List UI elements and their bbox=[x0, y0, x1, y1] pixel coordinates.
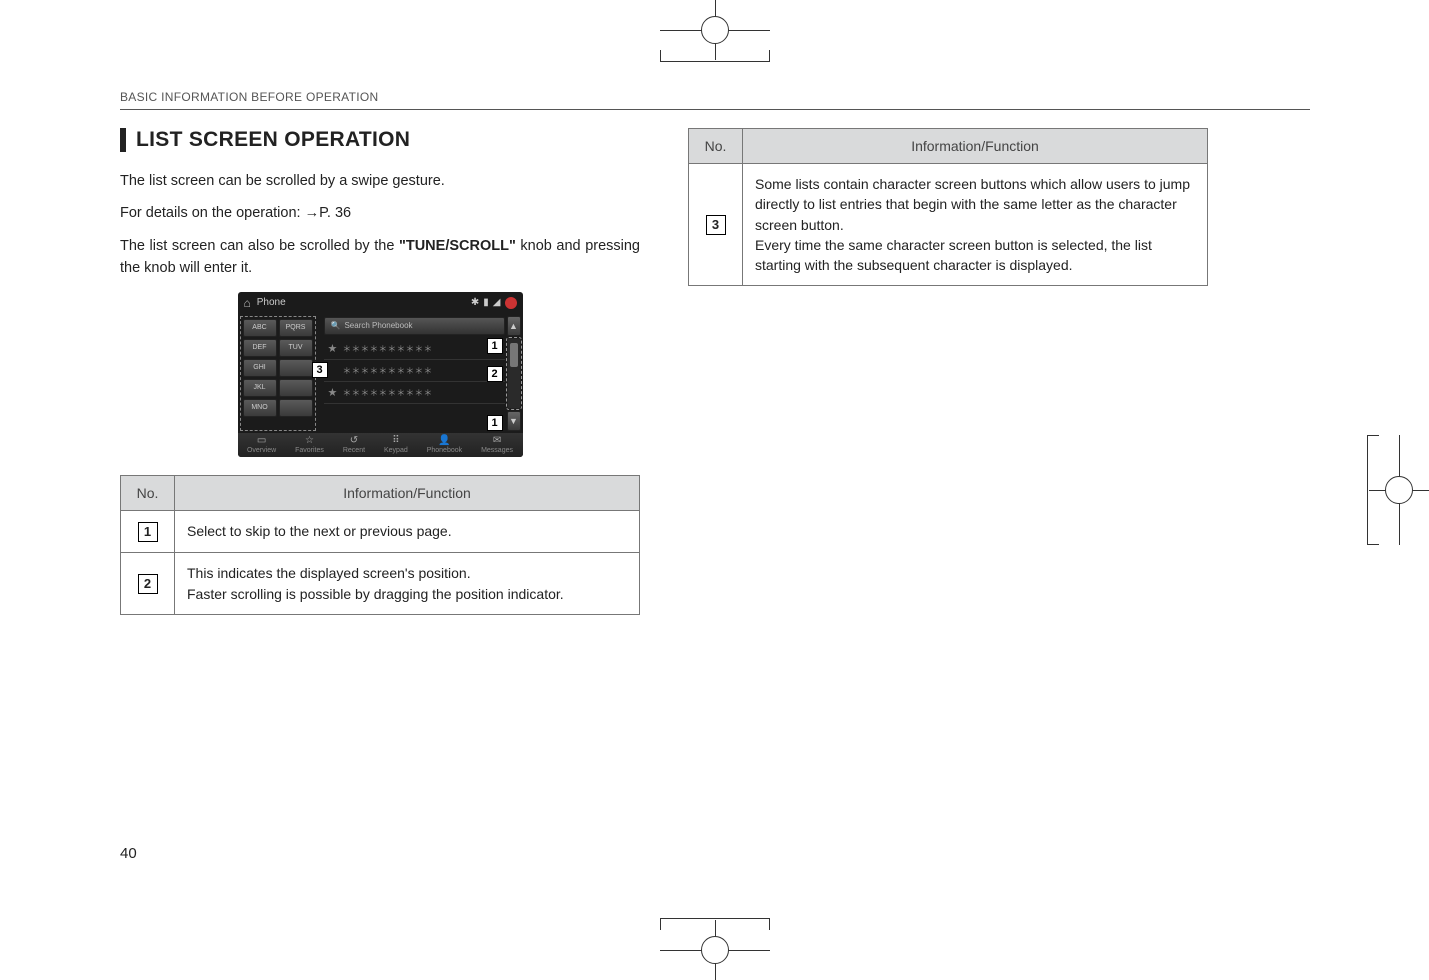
page-number: 40 bbox=[120, 845, 137, 862]
search-icon: 🔍 bbox=[331, 321, 341, 330]
nav-favorites[interactable]: ☆Favorites bbox=[295, 435, 324, 454]
overview-icon: ▭ bbox=[257, 435, 266, 446]
callout-3-icon: 3 bbox=[312, 362, 328, 378]
page-down-button[interactable]: ▼ bbox=[507, 411, 521, 431]
nav-recent[interactable]: ↺Recent bbox=[343, 435, 365, 454]
star-icon: ★ bbox=[328, 342, 338, 355]
key-mno[interactable]: MNO bbox=[243, 399, 277, 417]
key-jkl[interactable]: JKL bbox=[243, 379, 277, 397]
device-screenshot: ⌂ Phone ✱ ▮ ◢ ABC bbox=[238, 292, 523, 457]
list-item-text: ＊＊＊＊＊＊＊＊＊＊ bbox=[342, 364, 432, 377]
paragraph-1: The list screen can be scrolled by a swi… bbox=[120, 170, 640, 192]
character-keys-panel: ABC PQRS DEF TUV GHI bbox=[240, 316, 316, 431]
col-info-header: Information/Function bbox=[743, 129, 1208, 164]
list-item[interactable]: ★ ＊＊＊＊＊＊＊＊＊＊ bbox=[324, 338, 505, 360]
status-icons: ✱ ▮ ◢ bbox=[471, 297, 517, 309]
scroll-track[interactable] bbox=[507, 338, 521, 409]
callout-1b-icon: 1 bbox=[487, 415, 503, 431]
star-icon: ★ bbox=[328, 386, 338, 399]
registration-mark-top bbox=[660, 0, 770, 60]
col-no-header: No. bbox=[689, 129, 743, 164]
messages-icon: ✉ bbox=[493, 435, 501, 446]
callout-2-icon: 2 bbox=[487, 366, 503, 382]
registration-mark-bottom bbox=[660, 920, 770, 980]
phonebook-icon: 👤 bbox=[438, 435, 450, 446]
key-ghi[interactable]: GHI bbox=[243, 359, 277, 377]
bottom-nav: ▭Overview ☆Favorites ↺Recent ⠿Keypad 👤Ph… bbox=[238, 433, 523, 457]
col-no-header: No. bbox=[121, 475, 175, 510]
table-row: 3 Some lists contain character screen bu… bbox=[689, 164, 1208, 286]
scroll-thumb[interactable] bbox=[510, 343, 518, 367]
key-def[interactable]: DEF bbox=[243, 339, 277, 357]
tune-scroll-label: "TUNE/SCROLL" bbox=[399, 238, 516, 254]
home-icon: ⌂ bbox=[244, 296, 251, 310]
nav-keypad[interactable]: ⠿Keypad bbox=[384, 435, 408, 454]
info-table-left: No. Information/Function 1 Select to ski… bbox=[120, 475, 640, 615]
key-blank3[interactable] bbox=[279, 399, 313, 417]
keypad-icon: ⠿ bbox=[392, 435, 399, 446]
key-tuv[interactable]: TUV bbox=[279, 339, 313, 357]
signal-icon: ◢ bbox=[493, 297, 501, 308]
search-label: Search Phonebook bbox=[344, 321, 412, 330]
list-item-text: ＊＊＊＊＊＊＊＊＊＊ bbox=[342, 342, 432, 355]
row-num-3-icon: 3 bbox=[706, 215, 726, 235]
nav-messages[interactable]: ✉Messages bbox=[481, 435, 513, 454]
paragraph-2: For details on the operation: →P. 36 bbox=[120, 202, 640, 224]
row-num-1-icon: 1 bbox=[138, 522, 158, 542]
favorites-icon: ☆ bbox=[305, 435, 314, 446]
row-num-2-icon: 2 bbox=[138, 574, 158, 594]
table-row: 1 Select to skip to the next or previous… bbox=[121, 510, 640, 552]
recent-icon: ↺ bbox=[350, 435, 358, 446]
registration-mark-right bbox=[1369, 435, 1429, 545]
record-icon bbox=[505, 297, 517, 309]
list-item[interactable]: ★ ＊＊＊＊＊＊＊＊＊＊ bbox=[324, 382, 505, 404]
list-item-text: ＊＊＊＊＊＊＊＊＊＊ bbox=[342, 386, 432, 399]
list-item[interactable]: ★ ＊＊＊＊＊＊＊＊＊＊ bbox=[324, 360, 505, 382]
search-phonebook-button[interactable]: 🔍 Search Phonebook bbox=[324, 317, 505, 335]
row-2-text: This indicates the displayed screen's po… bbox=[175, 553, 640, 615]
bluetooth-icon: ✱ bbox=[471, 297, 479, 308]
row-3-text: Some lists contain character screen butt… bbox=[743, 164, 1208, 286]
key-pqrs[interactable]: PQRS bbox=[279, 319, 313, 337]
page-up-button[interactable]: ▲ bbox=[507, 316, 521, 336]
running-header: BASIC INFORMATION BEFORE OPERATION bbox=[120, 90, 1310, 110]
right-column: No. Information/Function 3 Some lists co… bbox=[688, 128, 1208, 615]
table-row: 2 This indicates the displayed screen's … bbox=[121, 553, 640, 615]
col-info-header: Information/Function bbox=[175, 475, 640, 510]
key-abc[interactable]: ABC bbox=[243, 319, 277, 337]
info-table-right: No. Information/Function 3 Some lists co… bbox=[688, 128, 1208, 286]
paragraph-3: The list screen can also be scrolled by … bbox=[120, 235, 640, 280]
row-1-text: Select to skip to the next or previous p… bbox=[175, 510, 640, 552]
left-column: LIST SCREEN OPERATION The list screen ca… bbox=[120, 128, 640, 615]
key-blank1[interactable] bbox=[279, 359, 313, 377]
nav-phonebook[interactable]: 👤Phonebook bbox=[427, 435, 462, 454]
callout-1-icon: 1 bbox=[487, 338, 503, 354]
nav-overview[interactable]: ▭Overview bbox=[247, 435, 276, 454]
screen-title: Phone bbox=[257, 297, 286, 308]
key-blank2[interactable] bbox=[279, 379, 313, 397]
section-heading: LIST SCREEN OPERATION bbox=[120, 128, 640, 152]
paragraph-3-lead: The list screen can also be scrolled by … bbox=[120, 238, 399, 254]
battery-icon: ▮ bbox=[483, 297, 489, 308]
list-area: 🔍 Search Phonebook ★ ＊＊＊＊＊＊＊＊＊＊ ★ ＊＊＊＊＊＊… bbox=[318, 314, 523, 433]
